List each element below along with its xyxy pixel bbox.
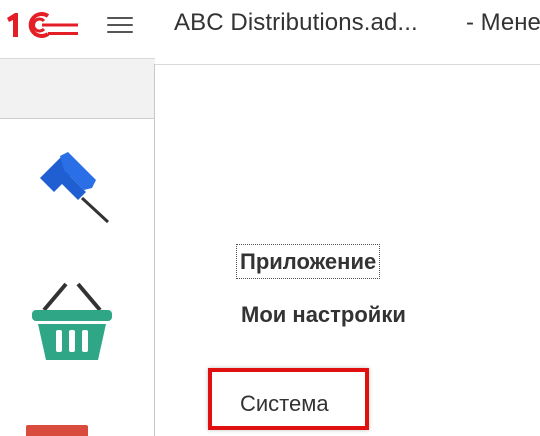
menu-item-application[interactable]: Приложение — [236, 244, 381, 279]
app-title: ABC Distributions.ad... — [174, 9, 418, 36]
divider — [155, 64, 540, 65]
menu-item-system[interactable]: Система — [240, 391, 329, 417]
partial-red-icon[interactable] — [26, 425, 88, 436]
header-bar: ABC Distributions.ad... - Мене — [0, 0, 540, 50]
shopping-basket-icon[interactable] — [30, 280, 114, 364]
1c-logo-icon[interactable] — [4, 10, 80, 40]
sidebar-header — [0, 58, 155, 118]
menu-item-my-settings[interactable]: Мои настройки — [241, 302, 406, 328]
app-window: ABC Distributions.ad... - Мене Приложени… — [0, 0, 540, 436]
hamburger-menu-icon[interactable] — [104, 11, 136, 39]
pushpin-icon[interactable] — [34, 150, 114, 228]
divider — [154, 64, 155, 436]
section-title: - Мене — [466, 9, 540, 36]
